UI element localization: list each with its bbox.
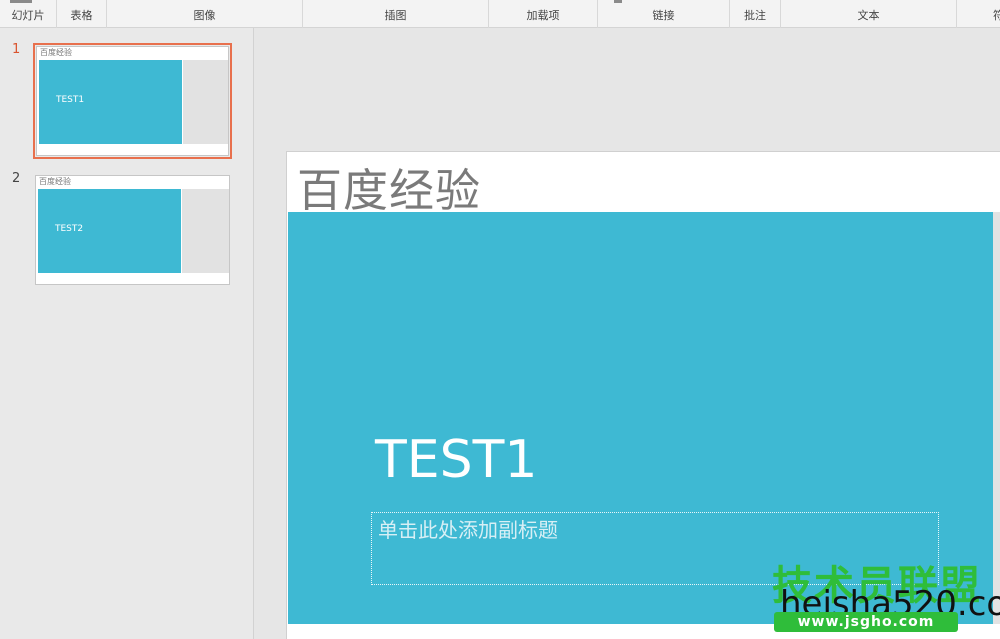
thumbnail-gray-block	[182, 189, 229, 273]
ribbon-group-label: 符	[993, 9, 1000, 22]
thumbnail-gray-block	[183, 60, 228, 144]
ribbon-group-bar: 幻灯片 表格 图像 插图 加载项 链接 批注 文本 符	[0, 0, 1000, 28]
ribbon-group-images[interactable]: 图像	[107, 0, 303, 28]
slide-thumbnail-2[interactable]: 百度经验 TEST2	[35, 175, 230, 285]
slide-editor-area[interactable]: 百度经验 TEST1 单击此处添加副标题	[255, 28, 1000, 639]
thumbnail-text: TEST2	[55, 224, 84, 234]
slide-number: 2	[12, 171, 21, 186]
ribbon-group-label: 链接	[652, 9, 675, 22]
slide-main-text[interactable]: TEST1	[375, 430, 537, 490]
ribbon-group-label: 图像	[193, 9, 216, 22]
ribbon-group-comments[interactable]: 批注	[730, 0, 781, 28]
ribbon-group-links[interactable]: 链接	[598, 0, 730, 28]
slide-title[interactable]: 百度经验	[297, 154, 481, 219]
ribbon-group-label: 插图	[384, 9, 407, 22]
slide-gray-block	[993, 212, 1000, 624]
ribbon-group-label: 文本	[857, 9, 880, 22]
subtitle-placeholder-text: 单击此处添加副标题	[378, 518, 558, 542]
watermark-url: www.jsgho.com	[774, 612, 958, 632]
ribbon-group-tables[interactable]: 表格	[57, 0, 107, 28]
ribbon-group-addins[interactable]: 加载项	[489, 0, 598, 28]
ribbon-group-label: 加载项	[526, 9, 560, 22]
thumbnail-text: TEST1	[56, 95, 85, 105]
ribbon-group-symbols[interactable]: 符	[957, 0, 1000, 28]
slide-thumbnail-1[interactable]: 百度经验 TEST1	[36, 46, 229, 156]
slide-number: 1	[12, 42, 21, 57]
ribbon-group-label: 幻灯片	[11, 9, 45, 22]
slide-thumbnail-pane[interactable]: 1 百度经验 TEST1 2 百度经验 TEST2	[0, 28, 254, 639]
thumbnail-title: 百度经验	[39, 177, 71, 186]
ribbon-group-illustrations[interactable]: 插图	[303, 0, 489, 28]
thumbnail-title: 百度经验	[40, 48, 72, 57]
ribbon-group-slides[interactable]: 幻灯片	[0, 0, 57, 28]
ribbon-group-text[interactable]: 文本	[781, 0, 957, 28]
ribbon-group-label: 批注	[744, 9, 766, 22]
ribbon-group-label: 表格	[70, 9, 93, 22]
